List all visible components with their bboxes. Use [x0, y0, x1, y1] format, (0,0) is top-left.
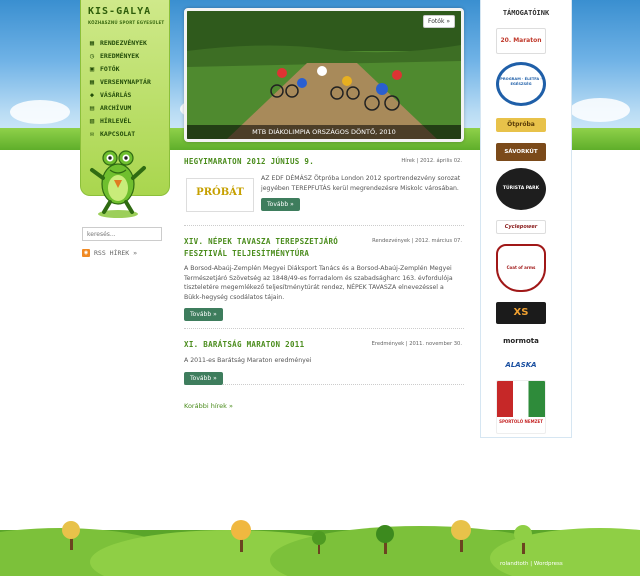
news-item: HEGYIMARATON 2012 JÚNIUS 9. Hírek | 2012… — [184, 156, 464, 226]
sponsor-logo[interactable]: Cyclepower — [496, 220, 546, 234]
mail-icon: ✉ — [89, 129, 95, 138]
sponsor-logo[interactable]: SPORTOLÓ NEMZET — [496, 380, 546, 434]
photos-button[interactable]: Fotók » — [423, 15, 455, 28]
nav-label: VERSENYNAPTÁR — [100, 77, 151, 86]
news-item: XIV. NÉPEK TAVASZA TEREPSZETJÁRÓ FESZTIV… — [184, 226, 464, 329]
sportolo-nemzet-emblem — [497, 381, 545, 417]
archive-icon: ▤ — [89, 103, 95, 112]
sponsor-logo[interactable]: XS — [496, 302, 546, 324]
news-list: HEGYIMARATON 2012 JÚNIUS 9. Hírek | 2012… — [184, 156, 464, 385]
read-more-button[interactable]: Tovább » — [261, 198, 300, 211]
read-more-button[interactable]: Tovább » — [184, 371, 223, 385]
slideshow-caption: MTB DIÁKOLIMPIA ORSZÁGOS DÖNTŐ, 2010 — [187, 125, 461, 139]
clock-icon: ◷ — [89, 51, 95, 60]
newsletter-icon: ▧ — [89, 116, 95, 125]
post-thumbnail[interactable]: PRÓBÁT — [186, 178, 254, 212]
sponsor-logo[interactable]: SÁVORKÚT — [496, 143, 546, 161]
main-nav: ▦ RENDEZVÉNYEK ◷ EREDMÉNYEK ▣ FOTÓK ▦ VE… — [88, 36, 168, 140]
tag-icon: ◆ — [89, 90, 95, 99]
photo-slideshow[interactable]: Fotók » MTB DIÁKOLIMPIA ORSZÁGOS DÖNTŐ, … — [184, 8, 464, 142]
nav-item-eredmenyek[interactable]: ◷ EREDMÉNYEK — [88, 49, 168, 62]
sponsor-logo[interactable]: 20. Maraton — [496, 28, 546, 54]
post-excerpt: A 2011-es Barátság Maraton eredményei — [184, 357, 312, 364]
sponsor-logo[interactable]: mormota — [496, 334, 546, 348]
footer-credits[interactable]: rolandtoth | Wordpress — [500, 561, 563, 567]
nav-label: EREDMÉNYEK — [100, 51, 140, 60]
nav-item-fotok[interactable]: ▣ FOTÓK — [88, 62, 168, 75]
nav-label: HÍRLEVÉL — [100, 116, 132, 125]
post-excerpt: AZ EDF DÉMÁSZ Ötpróba London 2012 sportr… — [261, 175, 461, 192]
photos-icon: ▣ — [89, 64, 95, 73]
nav-item-hirlevel[interactable]: ▧ HÍRLEVÉL — [88, 114, 168, 127]
nav-label: VÁSÁRLÁS — [100, 90, 132, 99]
sponsor-logo[interactable]: TÚRISTA PARK — [496, 168, 546, 210]
calendar-icon: ▦ — [89, 77, 95, 86]
nav-item-rendezvenyek[interactable]: ▦ RENDEZVÉNYEK — [88, 36, 168, 49]
post-title[interactable]: HEGYIMARATON 2012 JÚNIUS 9. — [184, 156, 374, 168]
frog-mascot-icon — [90, 150, 146, 218]
post-meta: Rendezvények | 2012. március 07. — [372, 238, 462, 244]
search-input[interactable] — [82, 227, 162, 241]
post-title[interactable]: XI. BARÁTSÁG MARATON 2011 — [184, 339, 374, 351]
older-posts-link[interactable]: Korábbi hírek » — [184, 402, 233, 410]
post-excerpt: A Borsod-Abaúj-Zemplén Megyei Diáksport … — [184, 265, 453, 301]
rss-icon: ◉ — [82, 249, 90, 257]
rss-link[interactable]: ◉ RSS HÍREK » — [82, 249, 137, 257]
post-meta: Hírek | 2012. április 02. — [401, 158, 462, 164]
nav-label: RENDEZVÉNYEK — [100, 38, 147, 47]
read-more-button[interactable]: Tovább » — [184, 308, 223, 321]
nav-label: KAPCSOLAT — [100, 129, 136, 138]
nav-item-vasarlas[interactable]: ◆ VÁSÁRLÁS — [88, 88, 168, 101]
sponsor-logo[interactable]: Ötpróba — [496, 118, 546, 132]
post-title[interactable]: XIV. NÉPEK TAVASZA TEREPSZETJÁRÓ FESZTIV… — [184, 236, 374, 260]
slideshow-photo — [187, 11, 461, 139]
nav-item-versenynaptar[interactable]: ▦ VERSENYNAPTÁR — [88, 75, 168, 88]
nav-item-kapcsolat[interactable]: ✉ KAPCSOLAT — [88, 127, 168, 140]
nav-label: FOTÓK — [100, 64, 120, 73]
sponsors-title: TÁMOGATÓINK — [502, 9, 550, 17]
sponsor-logo[interactable]: PROGRAM · ÉLETFA · EGÉSZSÉG — [496, 62, 546, 106]
nav-label: ARCHÍVUM — [100, 103, 132, 112]
site-subtitle: KÖZHASZNÚ SPORT EGYESÜLET — [88, 20, 165, 25]
news-item: XI. BARÁTSÁG MARATON 2011 Eredmények | 2… — [184, 329, 464, 385]
sponsor-logo[interactable]: ALASKA — [496, 358, 546, 372]
sponsor-logo[interactable]: Coat of arms — [496, 244, 546, 292]
post-meta: Eredmények | 2011. november 30. — [371, 341, 462, 347]
site-title[interactable]: KIS-GALYA — [88, 6, 168, 17]
thumbnail-text: PRÓBÁT — [196, 187, 244, 198]
nav-item-archivum[interactable]: ▤ ARCHÍVUM — [88, 101, 168, 114]
rss-label: RSS HÍREK » — [94, 249, 138, 257]
calendar-icon: ▦ — [89, 38, 95, 47]
